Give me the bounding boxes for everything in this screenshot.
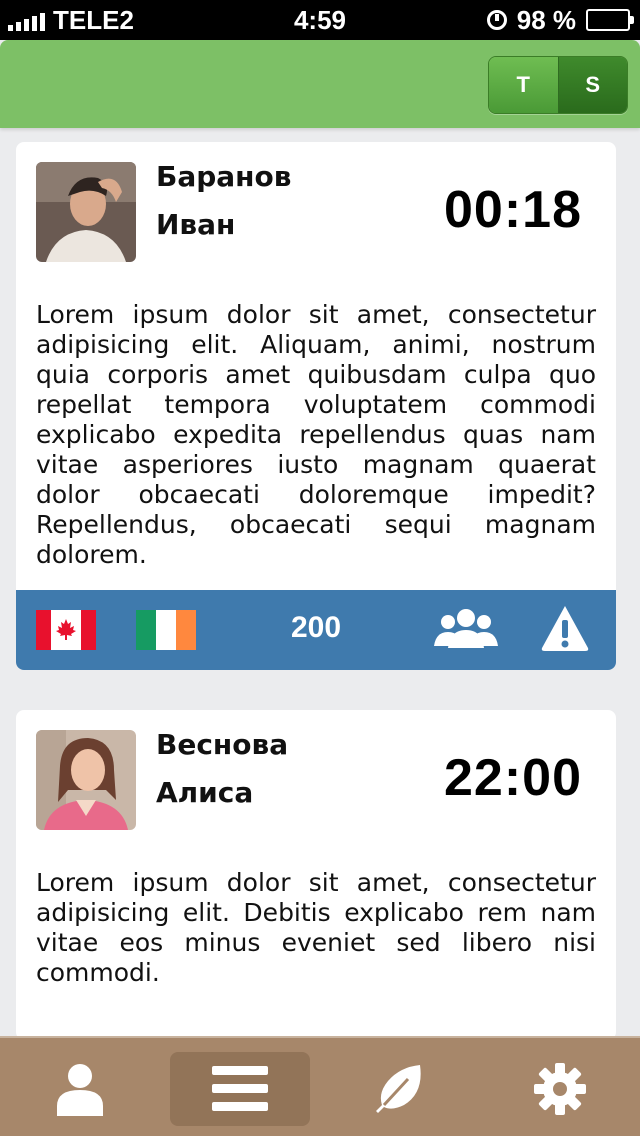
gear-icon — [534, 1063, 586, 1115]
card-time: 00:18 — [444, 181, 582, 239]
avatar-photo-icon — [36, 162, 136, 262]
avatar — [36, 730, 136, 830]
last-name: Веснова — [156, 728, 289, 761]
warning-icon[interactable] — [540, 604, 590, 652]
battery-percent: 98 % — [516, 5, 576, 35]
s-toggle-button[interactable]: S — [558, 57, 627, 113]
tab-settings[interactable] — [490, 1052, 630, 1126]
menu-icon — [212, 1066, 268, 1111]
tab-menu[interactable] — [170, 1052, 310, 1126]
first-name: Алиса — [156, 776, 254, 809]
group-icon[interactable] — [434, 606, 498, 654]
ts-segmented-toggle: T S — [488, 56, 628, 114]
first-name: Иван — [156, 208, 236, 241]
person-card[interactable]: Баранов Иван 00:18 Lorem ipsum dolor sit… — [16, 142, 616, 670]
status-bar: TELE2 4:59 98 % — [0, 0, 640, 40]
leaf-icon — [376, 1065, 421, 1113]
status-right: 98 % — [486, 5, 634, 35]
alarm-clock-icon — [486, 10, 507, 30]
participants-count: 200 — [290, 611, 342, 644]
t-toggle-button[interactable]: T — [489, 57, 559, 113]
tab-profile[interactable] — [10, 1052, 150, 1126]
user-icon — [57, 1064, 103, 1116]
card-description: Lorem ipsum dolor sit amet, consectetur … — [36, 868, 596, 987]
canada-flag-icon — [36, 610, 96, 650]
tab-leaf[interactable] — [330, 1052, 470, 1126]
avatar-photo-icon — [36, 730, 136, 830]
ireland-flag-icon — [136, 610, 196, 650]
bottom-tab-bar — [0, 1036, 640, 1136]
card-description: Lorem ipsum dolor sit amet, consectetur … — [36, 300, 596, 569]
maple-leaf-icon — [56, 619, 76, 640]
last-name: Баранов — [156, 160, 292, 193]
battery-icon — [586, 9, 634, 31]
person-name: Баранов Иван — [156, 160, 406, 256]
app-header: T S — [0, 40, 640, 128]
avatar — [36, 162, 136, 262]
person-card[interactable]: Веснова Алиса 22:00 Lorem ipsum dolor si… — [16, 710, 616, 1040]
card-footer: 200 — [16, 590, 616, 670]
card-time: 22:00 — [444, 749, 582, 807]
person-name: Веснова Алиса — [156, 728, 406, 824]
